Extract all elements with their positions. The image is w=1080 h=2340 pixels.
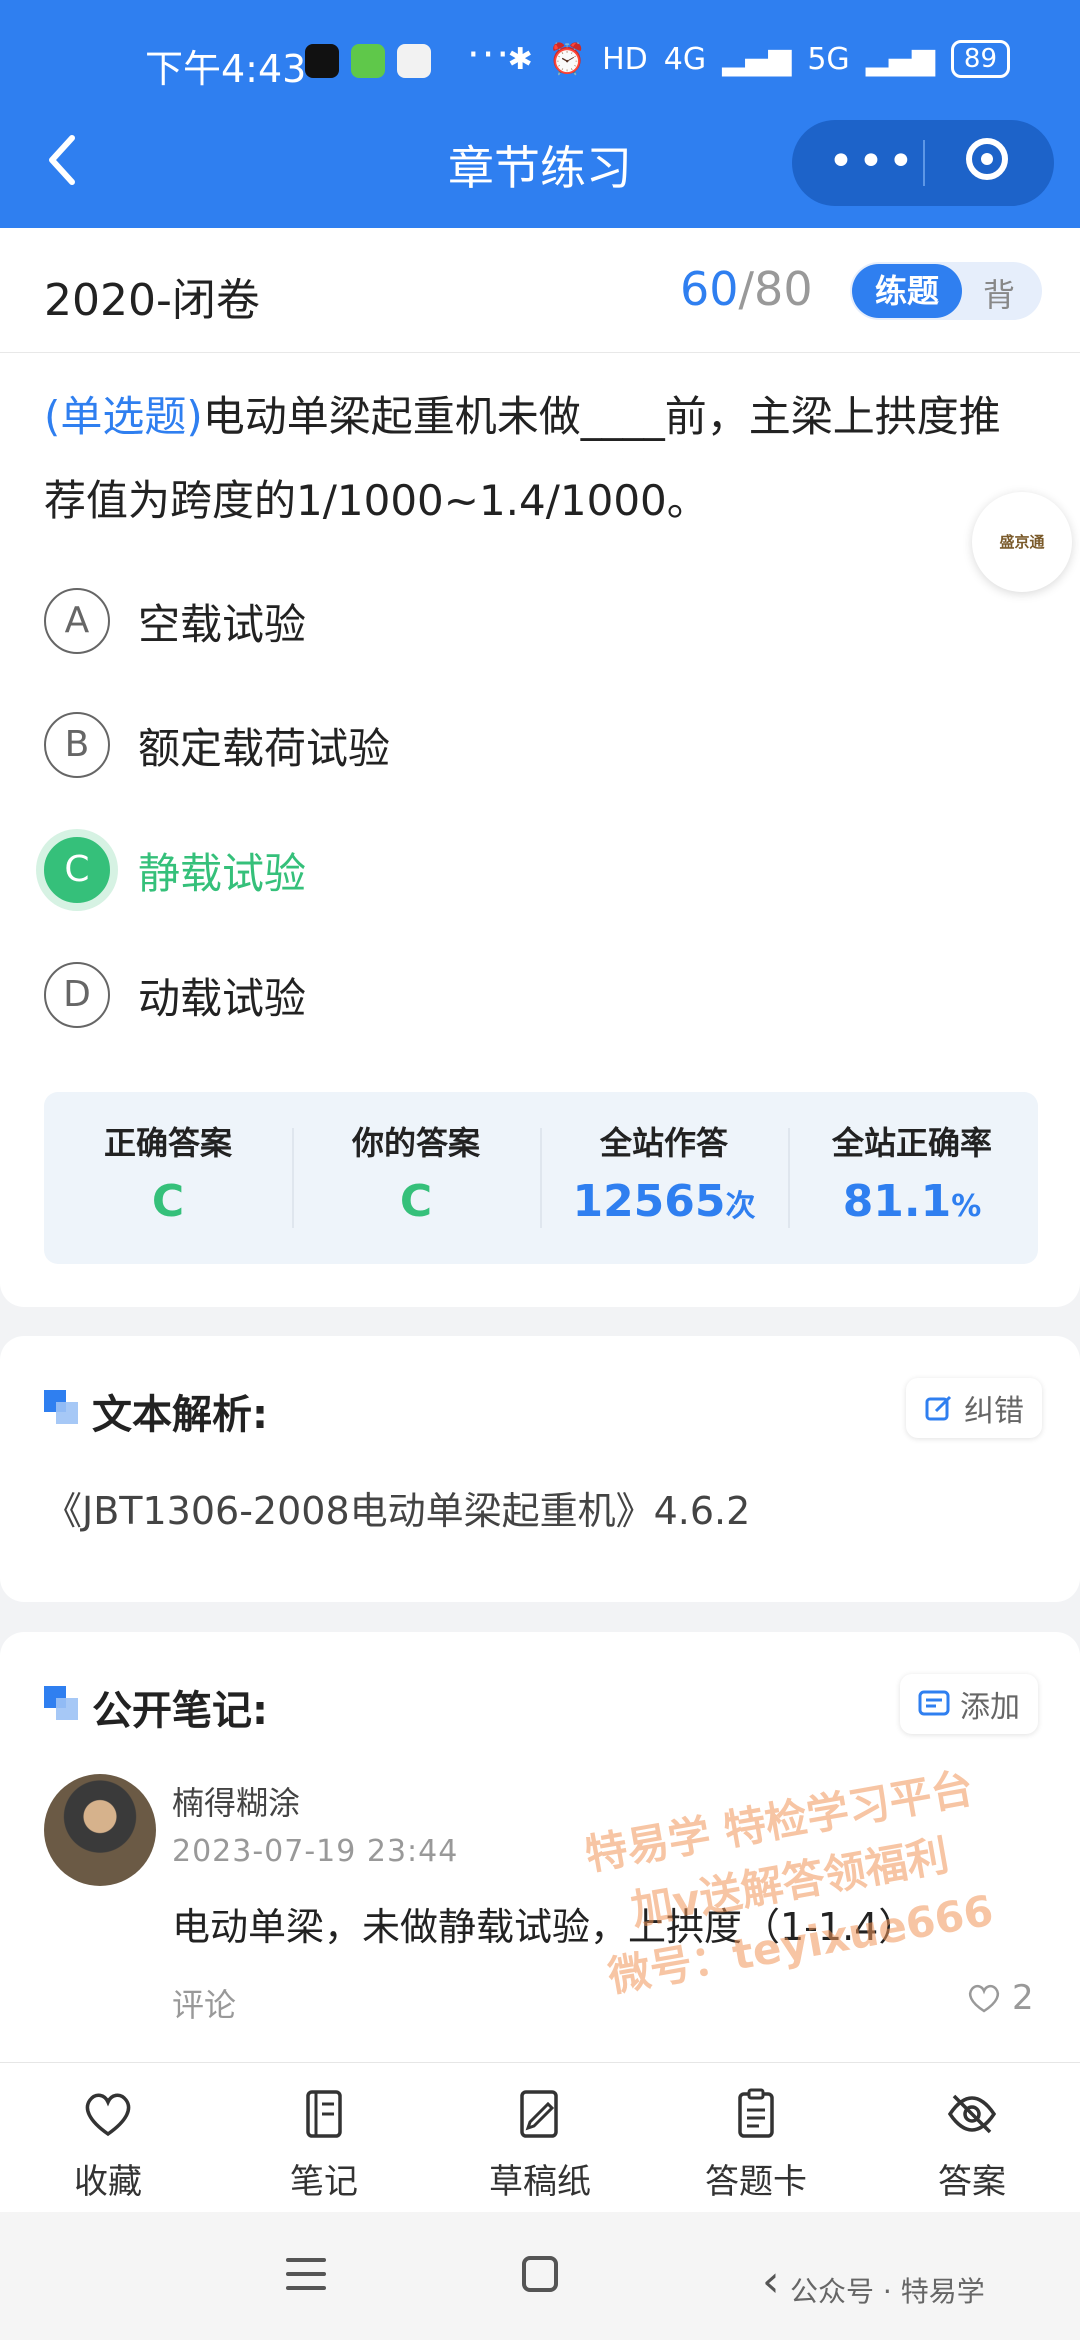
report-error-button[interactable]: 纠错: [906, 1378, 1042, 1438]
toolbar-label: 答题卡: [705, 2162, 807, 2202]
note-username[interactable]: 楠得糊涂: [172, 1778, 300, 1824]
wechat-account-label: 公众号 · 特易学: [790, 2275, 985, 2308]
toolbar-label: 答案: [938, 2162, 1006, 2202]
analysis-text: 《JBT1306-2008电动单梁起重机》4.6.2: [44, 1489, 751, 1533]
stat-unit: %: [951, 1189, 982, 1224]
option-a[interactable]: A 空载试验: [44, 588, 306, 654]
close-target-icon[interactable]: [966, 138, 1008, 180]
note-timestamp: 2023-07-19 23:44: [172, 1834, 459, 1869]
add-note-icon: [918, 1690, 950, 1716]
floating-logo[interactable]: 盛京通: [972, 492, 1072, 592]
stat-value: 81.1%: [788, 1176, 1036, 1227]
stat-value: C: [151, 1176, 185, 1227]
toolbar-answer-card[interactable]: 答题卡: [648, 2086, 864, 2203]
comment-button[interactable]: 评论: [172, 1980, 236, 2026]
toolbar-label: 草稿纸: [489, 2162, 591, 2202]
stat-correct-answer: 正确答案 C: [44, 1118, 292, 1227]
edit-icon: [925, 1395, 952, 1421]
signal-icon: ▂▄▆: [722, 41, 792, 77]
mode-practice-button[interactable]: 练题: [852, 264, 962, 318]
stat-label: 全站正确率: [831, 1124, 992, 1162]
analysis-title: 文本解析:: [92, 1392, 268, 1438]
add-note-button[interactable]: 添加: [900, 1674, 1038, 1734]
mode-recite-button[interactable]: 背: [983, 270, 1015, 316]
notebook-icon: [306, 2090, 342, 2138]
video-app-icon: [397, 44, 431, 78]
status-more-icon: ···: [467, 32, 512, 78]
stat-site-answers: 全站作答 12565次: [540, 1118, 788, 1227]
progress-current: 60: [680, 262, 739, 316]
answer-card-icon: [738, 2088, 774, 2138]
home-icon[interactable]: [522, 2256, 558, 2292]
analysis-card: [0, 1336, 1080, 1602]
menu-icon[interactable]: [286, 2258, 326, 2300]
progress-separator: /: [738, 262, 755, 316]
option-d[interactable]: D 动载试验: [44, 962, 306, 1028]
battery-icon: 89: [950, 40, 1010, 78]
eye-slash-icon: [947, 2094, 997, 2134]
tiktok-icon: [305, 44, 339, 78]
heart-icon: [85, 2093, 131, 2137]
hd-label: HD: [602, 41, 648, 77]
heart-icon: [968, 1984, 1000, 2013]
stat-value: 12565次: [540, 1176, 788, 1227]
stat-unit: 次: [725, 1189, 756, 1224]
toolbar-label: 收藏: [74, 2162, 142, 2202]
toolbar-notes[interactable]: 笔记: [216, 2086, 432, 2203]
network-5g: 5G: [807, 41, 850, 77]
option-letter: A: [44, 588, 110, 654]
status-icons: ✱ ⏰ HD 4G ▂▄▆ 5G ▂▄▆ 89: [508, 40, 1010, 78]
question-text: (单选题)电动单梁起重机未做____前，主梁上拱度推荐值为跨度的1/1000~1…: [44, 375, 1004, 543]
question-type: (单选题): [44, 392, 203, 441]
question-progress[interactable]: 60/80: [680, 262, 813, 316]
report-error-label: 纠错: [964, 1394, 1024, 1429]
capsule-divider: [923, 140, 925, 186]
more-icon[interactable]: •••: [828, 136, 918, 187]
toolbar-draft[interactable]: 草稿纸: [432, 2086, 648, 2203]
option-text: 静载试验: [138, 848, 307, 898]
stat-number: 12565: [572, 1176, 726, 1227]
section-square-icon: [44, 1390, 78, 1424]
option-letter: D: [44, 962, 110, 1028]
option-text: 额定载荷试验: [138, 723, 391, 773]
bluetooth-icon: ✱: [507, 41, 533, 77]
stat-label: 全站作答: [599, 1124, 728, 1162]
option-b[interactable]: B 额定载荷试验: [44, 712, 390, 778]
stat-number: 81.1: [842, 1176, 952, 1227]
network-4g: 4G: [663, 41, 707, 77]
notes-title: 公开笔记:: [92, 1688, 268, 1734]
download-app-icon: [351, 44, 385, 78]
toolbar-label: 笔记: [290, 2162, 358, 2202]
paper-name: 2020-闭卷: [44, 275, 260, 326]
section-square-icon: [44, 1686, 78, 1720]
stat-your-answer: 你的答案 C: [292, 1118, 540, 1227]
avatar[interactable]: [44, 1774, 156, 1886]
stat-value: C: [399, 1176, 433, 1227]
stat-label: 正确答案: [103, 1124, 232, 1162]
stat-label: 你的答案: [351, 1124, 480, 1162]
status-time: 下午4:43: [145, 47, 307, 91]
progress-total: 80: [754, 262, 813, 316]
option-letter: B: [44, 712, 110, 778]
toolbar-answer[interactable]: 答案: [864, 2086, 1080, 2203]
back-nav-icon[interactable]: ‹: [762, 2256, 780, 2307]
like-button[interactable]: 2: [966, 1978, 1034, 2018]
toolbar-favorite[interactable]: 收藏: [0, 2086, 216, 2203]
draft-icon: [520, 2090, 558, 2138]
like-count: 2: [1012, 1978, 1034, 2018]
add-note-label: 添加: [960, 1690, 1020, 1725]
option-text: 空载试验: [138, 599, 307, 649]
option-c[interactable]: C 静载试验: [44, 837, 306, 903]
stat-site-accuracy: 全站正确率 81.1%: [788, 1118, 1036, 1227]
status-app-icons: [305, 44, 431, 78]
alarm-icon: ⏰: [548, 41, 587, 77]
signal-icon: ▂▄▆: [865, 41, 935, 77]
option-letter: C: [44, 837, 110, 903]
option-text: 动载试验: [138, 973, 307, 1023]
